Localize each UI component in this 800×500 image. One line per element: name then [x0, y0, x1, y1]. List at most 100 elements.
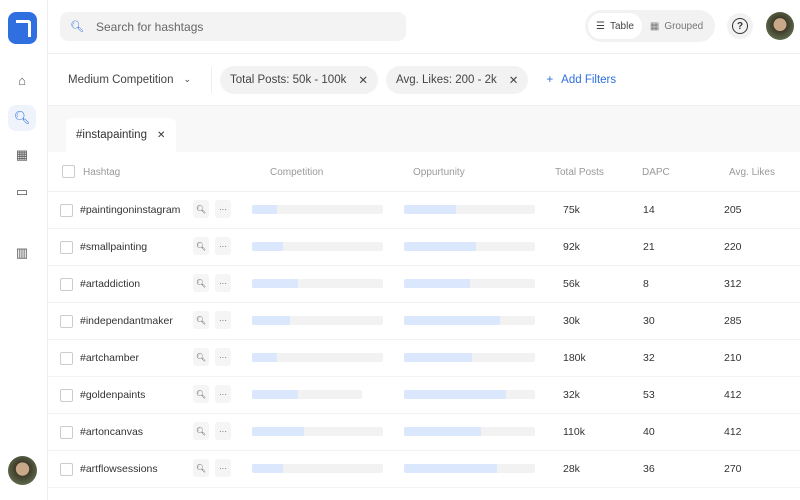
dapc: 8 — [643, 278, 649, 290]
analytics-icon[interactable]: ▦ — [8, 142, 36, 168]
row-checkbox[interactable] — [60, 352, 73, 365]
table-row[interactable]: #goldenpaints 🔍︎ ··· 32k 53 412 — [48, 377, 800, 414]
hashtag-name[interactable]: #artoncanvas — [80, 426, 143, 438]
sidebar: ⌂ 🔍︎ ▦ ▭ ▥ — [0, 0, 48, 500]
grouped-view-button[interactable]: ▦ Grouped — [642, 13, 711, 39]
hashtag-name[interactable]: #paintingoninstagram — [80, 204, 180, 216]
close-icon[interactable]: ✕ — [358, 73, 368, 87]
dapc: 32 — [643, 352, 655, 364]
table-view-button[interactable]: ☰ Table — [588, 13, 642, 39]
avg-likes: 270 — [724, 463, 742, 475]
total-posts: 110k — [563, 426, 585, 438]
select-all-checkbox[interactable] — [62, 165, 75, 178]
hashtag-name[interactable]: #independantmaker — [80, 315, 173, 327]
home-icon[interactable]: ⌂ — [8, 67, 36, 93]
avg-likes: 220 — [724, 241, 742, 253]
row-checkbox[interactable] — [60, 463, 73, 476]
table-row[interactable]: #smallpainting 🔍︎ ··· 92k 21 220 — [48, 229, 800, 266]
search-icon[interactable]: 🔍︎ — [193, 200, 209, 218]
search-icon[interactable]: 🔍︎ — [193, 459, 209, 477]
row-checkbox[interactable] — [60, 278, 73, 291]
filter-chip-total-posts: Total Posts: 50k - 100k ✕ — [220, 65, 378, 94]
total-posts: 56k — [563, 278, 580, 290]
competition-bar — [252, 464, 383, 473]
search-icon[interactable]: 🔍︎ — [193, 237, 209, 255]
table-row[interactable]: #artoncanvas 🔍︎ ··· 110k 40 412 — [48, 414, 800, 451]
competition-dropdown[interactable]: Medium Competition ⌄ — [68, 66, 213, 93]
chevron-down-icon: ⌄ — [183, 74, 192, 84]
hashtag-name[interactable]: #artaddiction — [80, 278, 140, 290]
filter-chip-avg-likes: Avg. Likes: 200 - 2k ✕ — [386, 65, 529, 94]
column-avg-likes[interactable]: Avg. Likes — [729, 167, 775, 178]
avg-likes: 412 — [724, 389, 742, 401]
more-icon[interactable]: ··· — [215, 422, 231, 440]
user-avatar[interactable] — [8, 456, 37, 485]
avg-likes: 210 — [724, 352, 742, 364]
opportunity-bar — [404, 353, 535, 362]
column-hashtag[interactable]: Hashtag — [83, 167, 120, 178]
hashtag-name[interactable]: #smallpainting — [80, 241, 147, 253]
competition-bar — [252, 242, 383, 251]
total-posts: 75k — [563, 204, 580, 216]
dapc: 14 — [643, 204, 655, 216]
tab-instapainting[interactable]: #instapainting ✕ — [66, 118, 176, 152]
folder-icon[interactable]: ▭ — [8, 179, 36, 205]
opportunity-bar — [404, 316, 535, 325]
more-icon[interactable]: ··· — [215, 459, 231, 477]
row-checkbox[interactable] — [60, 241, 73, 254]
hashtag-name[interactable]: #artchamber — [80, 352, 139, 364]
add-filters-button[interactable]: + Add Filters — [546, 74, 616, 86]
more-icon[interactable]: ··· — [215, 385, 231, 403]
column-total-posts[interactable]: Total Posts — [555, 167, 604, 178]
more-icon[interactable]: ··· — [215, 200, 231, 218]
row-checkbox[interactable] — [60, 204, 73, 217]
opportunity-bar — [404, 279, 535, 288]
more-icon[interactable]: ··· — [215, 348, 231, 366]
grid-icon: ▦ — [649, 20, 660, 32]
help-icon: ? — [732, 18, 748, 34]
search-icon[interactable]: 🔍︎ — [193, 422, 209, 440]
table-row[interactable]: #independantmaker 🔍︎ ··· 30k 30 285 — [48, 303, 800, 340]
row-checkbox[interactable] — [60, 389, 73, 402]
search-icon[interactable]: 🔍︎ — [193, 348, 209, 366]
table-header: Hashtag Competition Oppurtunity Total Po… — [48, 152, 800, 192]
more-icon[interactable]: ··· — [215, 274, 231, 292]
search-icon[interactable]: 🔍︎ — [8, 105, 36, 131]
help-button[interactable]: ? — [727, 13, 753, 39]
book-icon[interactable]: ▥ — [8, 240, 36, 266]
hashtag-name[interactable]: #artflowsessions — [80, 463, 158, 475]
column-dapc[interactable]: DAPC — [642, 167, 670, 178]
table-row[interactable]: #paintingoninstagram 🔍︎ ··· 75k 14 205 — [48, 192, 800, 229]
competition-bar — [252, 279, 383, 288]
dapc: 21 — [643, 241, 655, 253]
profile-avatar[interactable] — [766, 12, 794, 40]
view-toggle: ☰ Table ▦ Grouped — [585, 10, 715, 42]
more-icon[interactable]: ··· — [215, 237, 231, 255]
top-bar: 🔍︎ Search for hashtags ☰ Table ▦ Grouped ? — [48, 0, 800, 54]
column-competition[interactable]: Competition — [270, 167, 323, 178]
search-icon[interactable]: 🔍︎ — [193, 385, 209, 403]
row-checkbox[interactable] — [60, 315, 73, 328]
table-row[interactable]: #artchamber 🔍︎ ··· 180k 32 210 — [48, 340, 800, 377]
avg-likes: 285 — [724, 315, 742, 327]
app-logo[interactable] — [8, 12, 37, 44]
table-row[interactable]: #artflowsessions 🔍︎ ··· 28k 36 270 — [48, 451, 800, 488]
search-input[interactable]: 🔍︎ Search for hashtags — [60, 12, 406, 41]
plus-icon: + — [546, 73, 554, 86]
search-icon[interactable]: 🔍︎ — [193, 274, 209, 292]
close-icon[interactable]: ✕ — [509, 73, 519, 87]
search-icon[interactable]: 🔍︎ — [193, 311, 209, 329]
column-opportunity[interactable]: Oppurtunity — [413, 167, 465, 178]
competition-bar — [252, 427, 383, 436]
table-row[interactable]: #artaddiction 🔍︎ ··· 56k 8 312 — [48, 266, 800, 303]
hashtag-name[interactable]: #goldenpaints — [80, 389, 145, 401]
competition-bar — [252, 205, 383, 214]
search-icon: 🔍︎ — [70, 21, 84, 33]
total-posts: 32k — [563, 389, 580, 401]
list-icon: ☰ — [596, 20, 605, 32]
competition-bar — [252, 390, 362, 399]
opportunity-bar — [404, 205, 535, 214]
close-icon[interactable]: ✕ — [157, 130, 165, 141]
row-checkbox[interactable] — [60, 426, 73, 439]
more-icon[interactable]: ··· — [215, 311, 231, 329]
